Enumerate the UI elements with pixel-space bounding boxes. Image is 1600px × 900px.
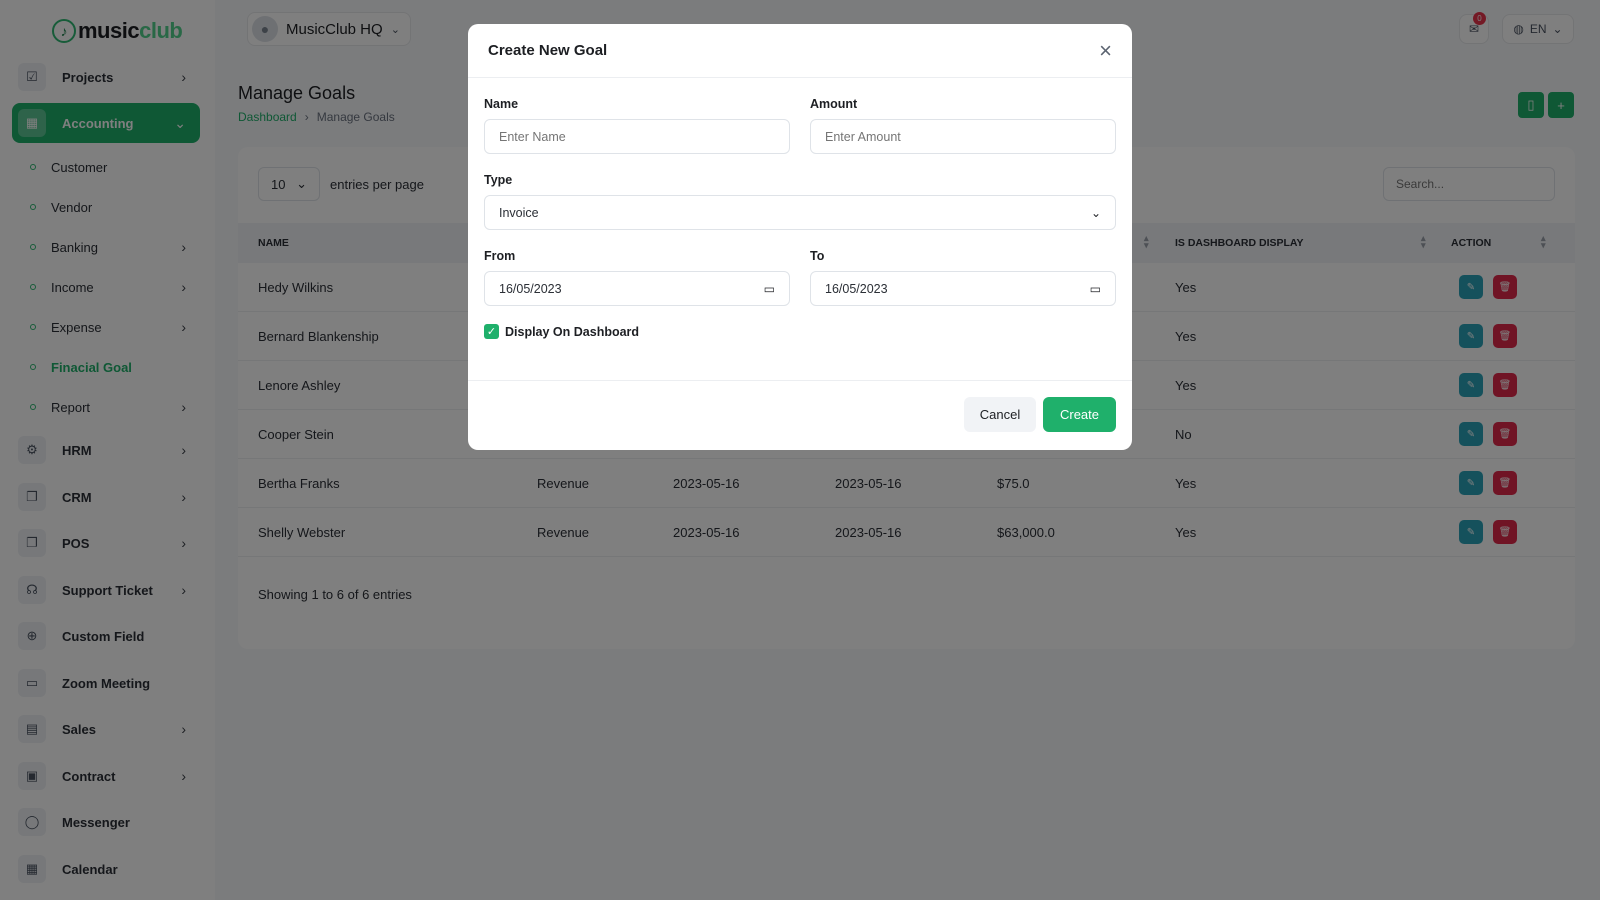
modal-header: Create New Goal ×: [468, 24, 1132, 78]
display-on-dashboard-row: ✓ Display On Dashboard: [484, 324, 639, 339]
name-label: Name: [484, 97, 519, 111]
close-icon[interactable]: ×: [1099, 39, 1112, 62]
display-on-dashboard-checkbox[interactable]: ✓: [484, 324, 499, 339]
display-on-dashboard-label[interactable]: Display On Dashboard: [505, 325, 639, 339]
create-button[interactable]: Create: [1043, 397, 1116, 432]
calendar-icon[interactable]: ▭: [1090, 282, 1101, 296]
type-value: Invoice: [499, 205, 539, 220]
calendar-icon[interactable]: ▭: [764, 282, 775, 296]
create-goal-modal: Create New Goal × Name Amount Type Invoi…: [468, 24, 1132, 450]
from-date-value: 16/05/2023: [499, 281, 562, 296]
to-label: To: [810, 249, 825, 263]
cancel-button[interactable]: Cancel: [964, 397, 1036, 432]
chevron-down-icon: ⌄: [1090, 205, 1101, 220]
to-date-field[interactable]: 16/05/2023 ▭: [810, 271, 1116, 306]
to-date-value: 16/05/2023: [825, 281, 888, 296]
type-select[interactable]: Invoice ⌄: [484, 195, 1116, 230]
modal-title: Create New Goal: [488, 42, 608, 59]
modal-footer: Cancel Create: [468, 380, 1132, 450]
check-icon: ✓: [486, 326, 497, 338]
amount-field[interactable]: [810, 119, 1116, 154]
from-label: From: [484, 249, 516, 263]
name-field[interactable]: [484, 119, 790, 154]
type-label: Type: [484, 173, 513, 187]
from-date-field[interactable]: 16/05/2023 ▭: [484, 271, 790, 306]
amount-label: Amount: [810, 97, 858, 111]
